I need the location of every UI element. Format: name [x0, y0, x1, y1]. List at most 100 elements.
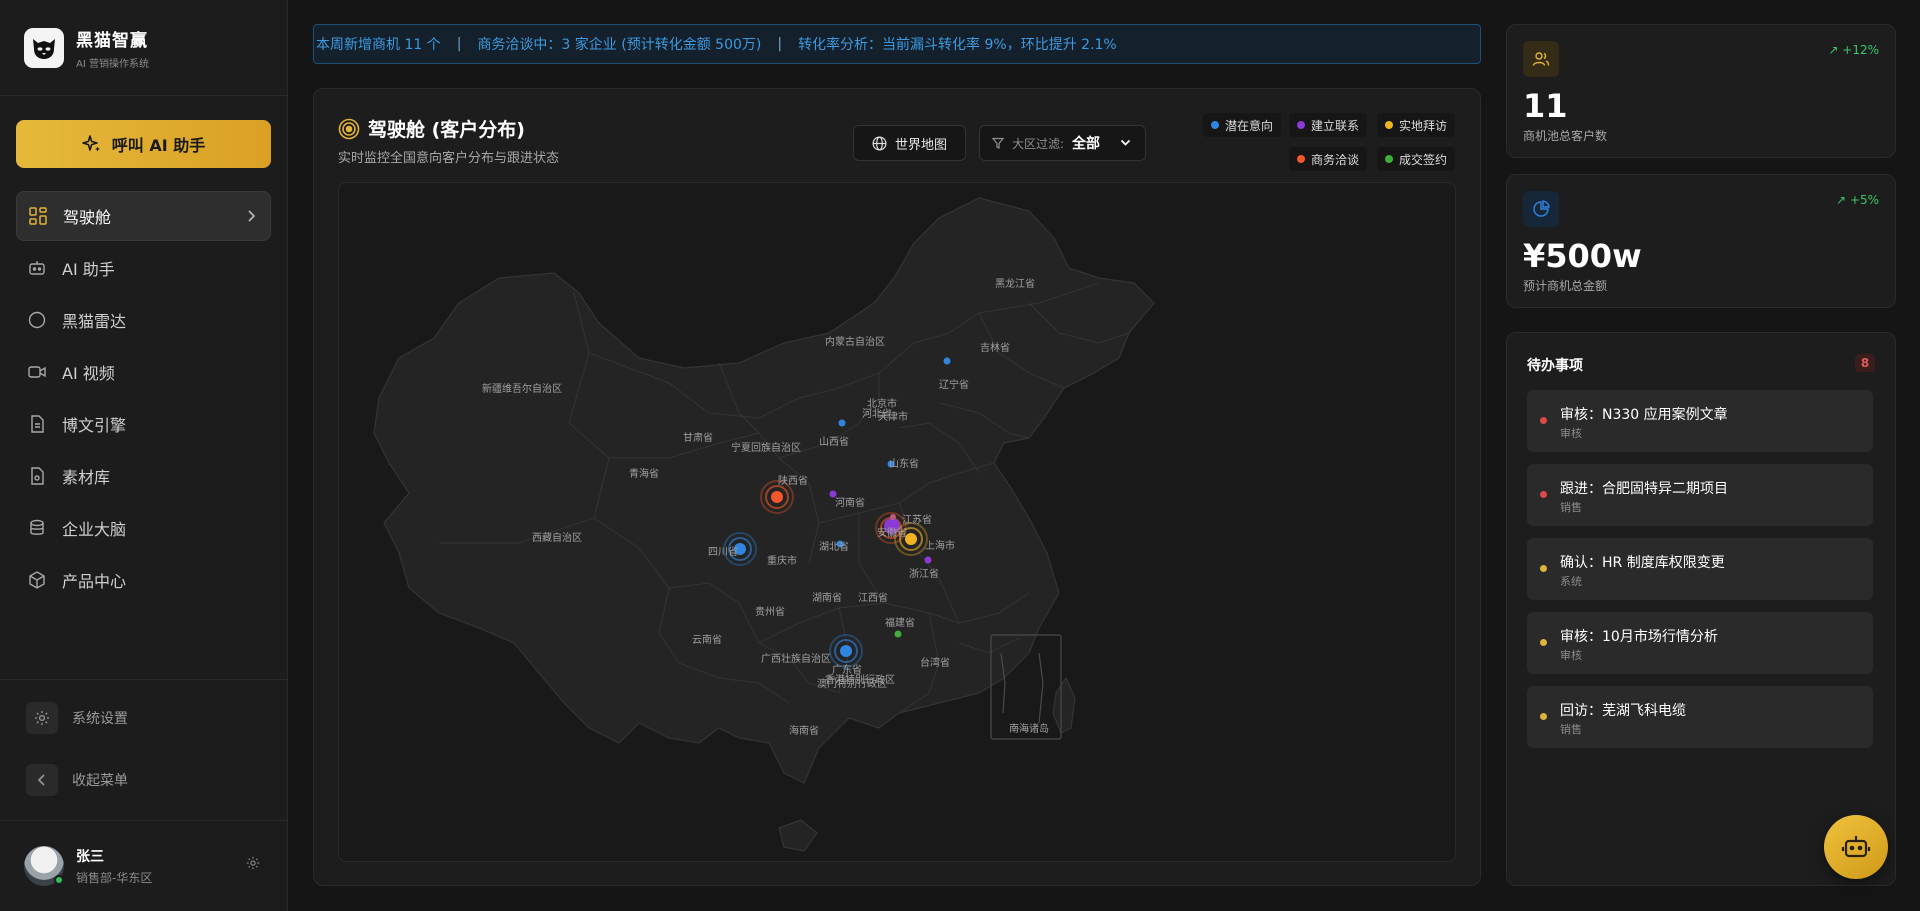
world-map-button[interactable]: 世界地图 — [853, 125, 966, 161]
priority-dot — [1540, 491, 1547, 498]
map-label-yunnan: 云南省 — [692, 635, 722, 646]
filter-icon — [992, 137, 1004, 149]
legend-item-negotiating[interactable]: 商务洽谈 — [1289, 147, 1368, 171]
map-label-henan: 河南省 — [835, 498, 865, 509]
brand-subtitle: AI 营销操作系统 — [76, 59, 149, 70]
map-label-south-china-sea: 南海诸岛 — [1009, 724, 1049, 735]
ticker-item: 商务洽谈中：3 家企业 (预计转化金额 500万) — [477, 37, 762, 53]
divider — [0, 679, 288, 680]
sidebar-item-label: 产品中心 — [62, 572, 127, 591]
map-label-fujian: 福建省 — [885, 618, 915, 629]
sidebar-item-cockpit[interactable]: 驾驶舱 — [16, 191, 271, 241]
todo-item[interactable]: 确认：HR 制度库权限变更 系统 — [1527, 538, 1873, 600]
divider — [0, 820, 288, 821]
robot-icon — [28, 259, 46, 277]
marker-zhejiang-contacted[interactable] — [924, 556, 932, 564]
china-map[interactable]: 黑龙江省 吉林省 辽宁省 内蒙古自治区 北京市 天津市 河北省 新疆维吾尔自治区… — [338, 182, 1456, 862]
map-label-liaoning: 辽宁省 — [939, 380, 969, 391]
map-label-hubei: 湖北省 — [819, 542, 849, 553]
sidebar-item-blog-engine[interactable]: 博文引擎 — [16, 399, 271, 449]
system-settings-label: 系统设置 — [72, 711, 128, 727]
region-filter-label: 大区过滤: — [1012, 136, 1065, 151]
priority-dot — [1540, 639, 1547, 646]
map-label-qinghai: 青海省 — [629, 469, 659, 480]
todo-item-category: 销售 — [1560, 501, 1582, 514]
brand: 黑猫智赢 AI 营销操作系统 — [24, 26, 149, 70]
sidebar-item-label: 企业大脑 — [62, 520, 127, 539]
legend-item-visited[interactable]: 实地拜访 — [1377, 113, 1456, 137]
map-label-hebei: 河北省 — [862, 409, 892, 420]
gear-icon — [26, 702, 58, 734]
sidebar-item-ai-assistant[interactable]: AI 助手 — [16, 243, 271, 293]
chevron-right-icon — [248, 210, 256, 222]
sidebar-item-label: AI 助手 — [62, 260, 115, 279]
sidebar-item-asset-library[interactable]: 素材库 — [16, 451, 271, 501]
stat-card-total-customers[interactable]: ↗ +12% 11 商机池总客户数 — [1506, 24, 1896, 158]
map-label-anhui: 安徽省 — [877, 528, 907, 539]
trend-value: +12% — [1842, 43, 1879, 57]
marker-jiangsu-contact[interactable] — [890, 514, 896, 520]
priority-dot — [1540, 713, 1547, 720]
pie-chart-icon — [1523, 191, 1559, 227]
map-label-guangxi: 广西壮族自治区 — [761, 654, 831, 665]
legend-dot — [1297, 155, 1305, 163]
ticker-separator: | — [456, 36, 462, 52]
stat-caption: 商机池总客户数 — [1523, 129, 1608, 143]
todo-item[interactable]: 审核：10月市场行情分析 审核 — [1527, 612, 1873, 674]
todo-item-title: 跟进：合肥固特异二期项目 — [1560, 481, 1728, 497]
map-label-jiangxi: 江西省 — [858, 593, 888, 604]
map-label-tibet: 西藏自治区 — [532, 533, 582, 544]
marker-liaoning-potential[interactable] — [943, 357, 951, 365]
legend-label: 潜在意向 — [1225, 118, 1274, 133]
sidebar-nav: 驾驶舱 AI 助手 黑猫雷达 AI 视频 博文引擎 素材库 企业大脑 产品中心 — [16, 191, 271, 607]
sidebar-item-radar[interactable]: 黑猫雷达 — [16, 295, 271, 345]
box-icon — [28, 571, 46, 589]
sidebar-item-enterprise-brain[interactable]: 企业大脑 — [16, 503, 271, 553]
todo-item[interactable]: 审核：N330 应用案例文章 审核 — [1527, 390, 1873, 452]
sparkle-icon — [81, 135, 100, 152]
user-name: 张三 — [76, 849, 104, 865]
marker-shanxi-potential[interactable] — [838, 419, 846, 427]
region-filter-value: 全部 — [1072, 136, 1101, 152]
database-icon — [28, 519, 46, 537]
todo-item-category: 审核 — [1560, 649, 1582, 662]
call-ai-assistant-button[interactable]: 呼叫 AI 助手 — [16, 120, 271, 168]
todo-title: 待办事项 — [1527, 358, 1583, 374]
sidebar-item-ai-video[interactable]: AI 视频 — [16, 347, 271, 397]
divider — [0, 95, 288, 96]
map-label-guizhou: 贵州省 — [755, 607, 785, 618]
stat-card-total-amount[interactable]: ↗ +5% ¥500w 预计商机总金额 — [1506, 174, 1896, 308]
todo-item[interactable]: 回访：芜湖飞科电缆 销售 — [1527, 686, 1873, 748]
system-settings-button[interactable]: 系统设置 — [26, 702, 128, 734]
sidebar-item-label: 驾驶舱 — [63, 208, 112, 227]
legend-item-contacted[interactable]: 建立联系 — [1289, 113, 1368, 137]
marker-fujian-signed[interactable] — [894, 630, 902, 638]
chevron-left-icon — [26, 764, 58, 796]
legend-item-signed[interactable]: 成交签约 — [1377, 147, 1456, 171]
black-cat-logo-icon — [24, 28, 64, 68]
region-filter-select[interactable]: 大区过滤: 全部 — [979, 125, 1146, 161]
map-label-hainan: 海南省 — [789, 726, 819, 737]
floating-ai-robot-button[interactable] — [1824, 815, 1888, 879]
call-ai-assistant-label: 呼叫 AI 助手 — [111, 136, 206, 155]
sidebar: 黑猫智赢 AI 营销操作系统 呼叫 AI 助手 驾驶舱 AI 助手 黑猫雷达 A… — [0, 0, 288, 911]
sidebar-item-label: 素材库 — [62, 468, 111, 487]
todo-item[interactable]: 跟进：合肥固特异二期项目 销售 — [1527, 464, 1873, 526]
map-label-gansu: 甘肃省 — [683, 433, 713, 444]
radar-icon — [28, 311, 46, 329]
trend-indicator: ↗ +5% — [1836, 193, 1879, 207]
brand-name: 黑猫智赢 — [76, 31, 148, 51]
collapse-menu-button[interactable]: 收起菜单 — [26, 764, 128, 796]
user-profile[interactable]: 张三 销售部-华东区 — [24, 846, 152, 886]
stat-value: 11 — [1523, 87, 1568, 125]
legend-item-potential[interactable]: 潜在意向 — [1203, 113, 1282, 137]
todo-item-title: 审核：10月市场行情分析 — [1560, 629, 1718, 645]
document-icon — [28, 415, 46, 433]
map-label-shaanxi: 陕西省 — [778, 476, 808, 487]
legend-label: 商务洽谈 — [1311, 152, 1360, 167]
trend-value: +5% — [1849, 193, 1879, 207]
user-settings-gear-icon[interactable] — [246, 856, 260, 870]
sidebar-item-product-center[interactable]: 产品中心 — [16, 555, 271, 605]
todo-count-badge: 8 — [1855, 354, 1875, 372]
map-label-chongqing: 重庆市 — [767, 556, 797, 567]
